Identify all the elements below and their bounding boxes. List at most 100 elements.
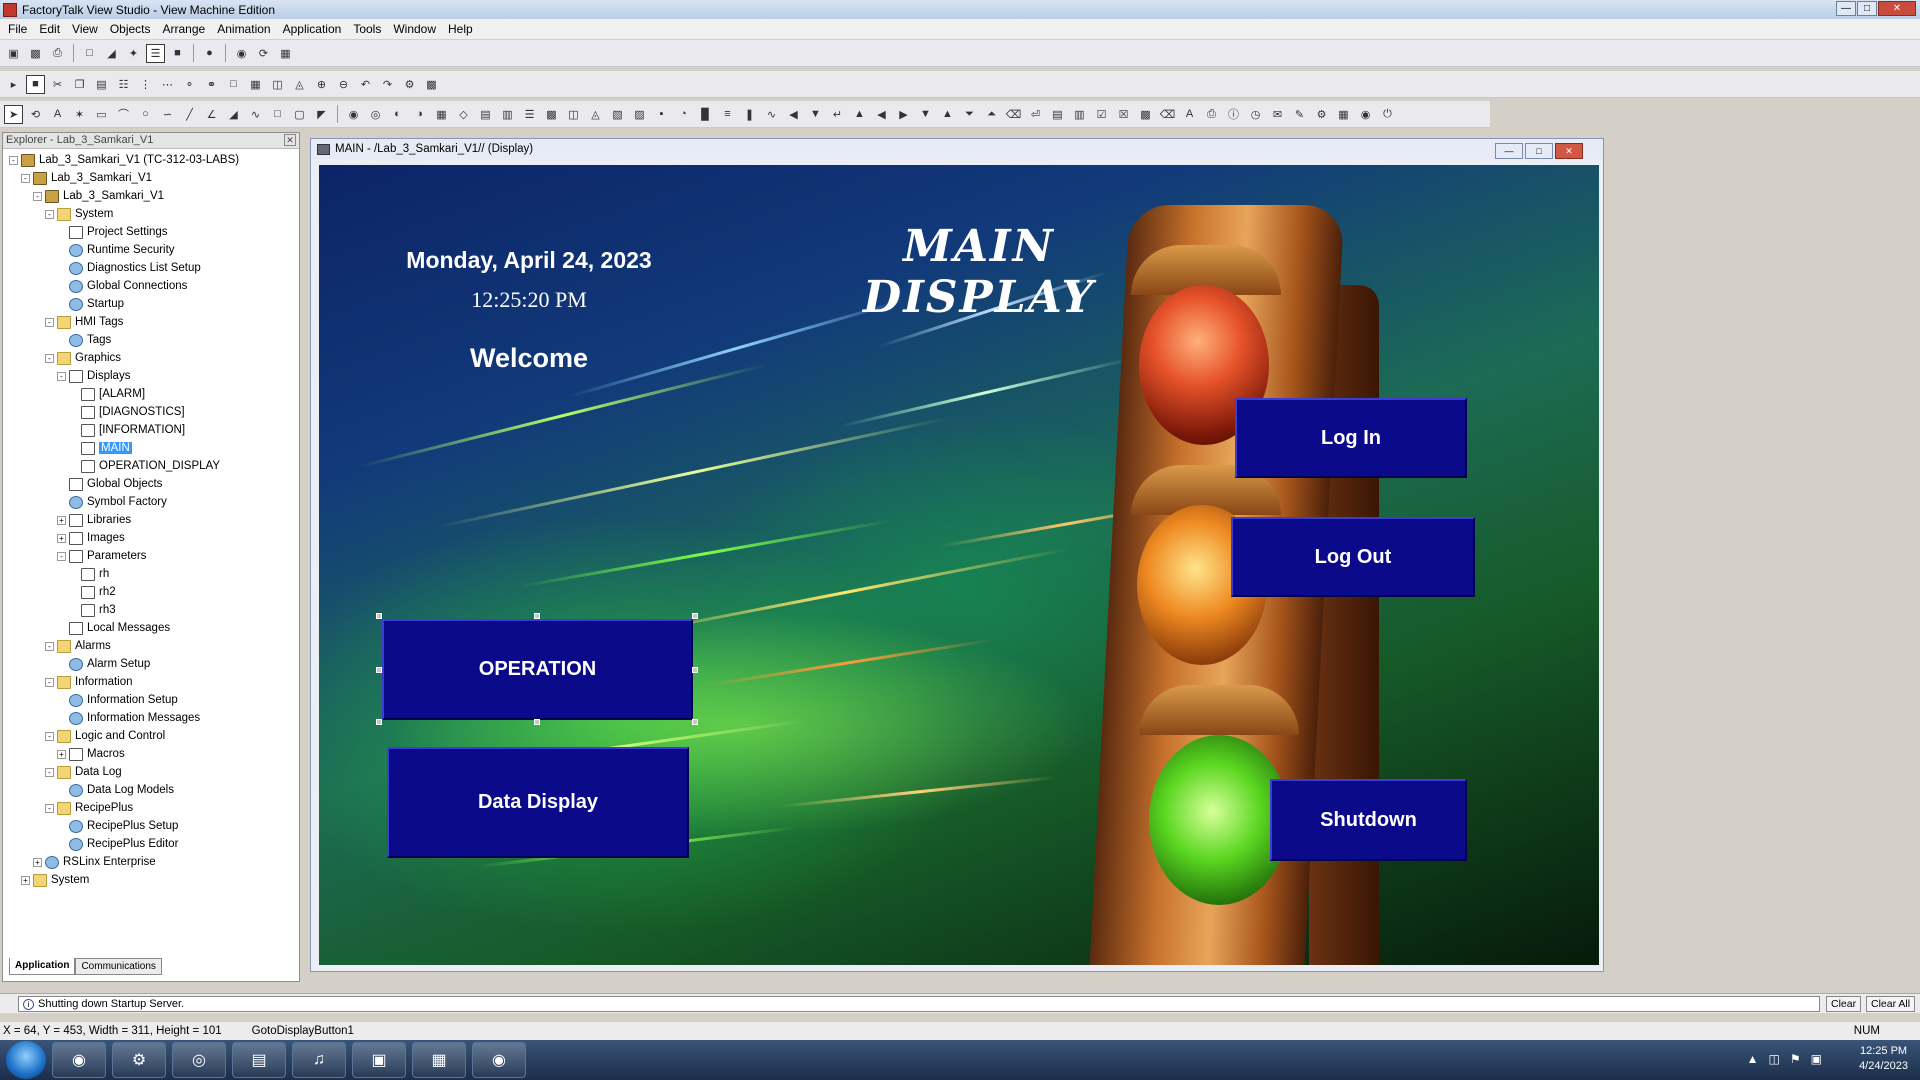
arc-tool-icon[interactable]: ⌒ xyxy=(114,105,133,124)
ack-alarm-icon[interactable]: ☑ xyxy=(1092,105,1111,124)
collapse-icon[interactable]: - xyxy=(21,173,30,183)
page-up-icon[interactable]: ⏶ xyxy=(982,105,1001,124)
tab-application[interactable]: Application xyxy=(9,958,76,975)
rslinx-icon[interactable]: ◎ xyxy=(172,1042,226,1078)
menu-arrange[interactable]: Arrange xyxy=(159,22,214,36)
multistate-button-icon[interactable]: ▦ xyxy=(432,105,451,124)
zoom-in-icon[interactable]: ⊕ xyxy=(312,75,331,94)
explorer-toggle-icon[interactable]: ☰ xyxy=(146,43,165,63)
tree-item[interactable]: Alarm Setup xyxy=(3,655,299,673)
wave-tool-icon[interactable]: ∿ xyxy=(246,105,265,124)
zoom-out-icon[interactable]: ⊖ xyxy=(334,75,353,94)
clear-button[interactable]: Clear xyxy=(1826,996,1862,1012)
display-maximize-button[interactable]: □ xyxy=(1525,143,1553,159)
menu-application[interactable]: Application xyxy=(279,22,350,36)
close-button[interactable]: ✕ xyxy=(1878,1,1916,16)
tree-item[interactable]: - Logic and Control xyxy=(3,727,299,745)
alarm-list-icon[interactable]: ▤ xyxy=(1048,105,1067,124)
tag-icon[interactable]: ⚬ xyxy=(180,75,199,94)
selection-handle[interactable] xyxy=(376,613,382,619)
tree-item[interactable]: Symbol Factory xyxy=(3,493,299,511)
window-icon[interactable]: ▦ xyxy=(276,44,295,63)
collapse-icon[interactable]: - xyxy=(45,317,54,327)
tree-item[interactable]: - RecipePlus xyxy=(3,799,299,817)
tree-item[interactable]: - Lab_3_Samkari_V1 xyxy=(3,169,299,187)
tree-item[interactable]: Diagnostics List Setup xyxy=(3,259,299,277)
redo-icon[interactable]: ↷ xyxy=(378,75,397,94)
properties-icon[interactable]: ⚙ xyxy=(400,75,419,94)
shutdown-tool-icon[interactable]: ⏻ xyxy=(1378,105,1397,124)
config-mode-icon[interactable]: ▨ xyxy=(630,105,649,124)
tree-item[interactable]: - Alarms xyxy=(3,637,299,655)
tree-item[interactable]: Global Connections xyxy=(3,277,299,295)
printer-icon[interactable]: ⎙ xyxy=(1202,105,1221,124)
selection-handle[interactable] xyxy=(376,719,382,725)
text-icon[interactable]: A xyxy=(48,105,67,124)
collapse-icon[interactable]: - xyxy=(57,551,66,561)
rectangle-tool-icon[interactable]: ▭ xyxy=(92,105,111,124)
explorer-close-icon[interactable]: ✕ xyxy=(284,134,296,146)
down-arrow-icon[interactable]: ▼ xyxy=(806,105,825,124)
ie-icon[interactable]: ◉ xyxy=(52,1042,106,1078)
expand-icon[interactable]: + xyxy=(33,857,42,867)
numeric-display-icon[interactable]: ▩ xyxy=(542,105,561,124)
square-tool-icon[interactable]: □ xyxy=(268,105,287,124)
alarm-banner-icon[interactable]: ▪ xyxy=(652,105,671,124)
data-display-button[interactable]: Data Display xyxy=(387,747,689,858)
copy-icon[interactable]: ❐ xyxy=(70,75,89,94)
rotate-icon[interactable]: ⟲ xyxy=(26,105,45,124)
clear-all-button[interactable]: Clear All xyxy=(1866,996,1916,1012)
left-arrow-icon[interactable]: ◀ xyxy=(784,105,803,124)
collapse-icon[interactable]: - xyxy=(45,209,54,219)
tree-item[interactable]: rh3 xyxy=(3,601,299,619)
factorytalk-icon[interactable]: ⚙ xyxy=(112,1042,166,1078)
backspace-icon[interactable]: ⌫ xyxy=(1004,105,1023,124)
wand-icon[interactable]: ✶ xyxy=(70,105,89,124)
tree-item[interactable]: [DIAGNOSTICS] xyxy=(3,403,299,421)
momentary-button-icon[interactable]: ◎ xyxy=(366,105,385,124)
test-display-icon[interactable]: ✦ xyxy=(124,44,143,63)
string-input-icon[interactable]: ▥ xyxy=(498,105,517,124)
expand-icon[interactable]: + xyxy=(21,875,30,885)
tree-item[interactable]: + Images xyxy=(3,529,299,547)
group-icon[interactable]: ☷ xyxy=(114,75,133,94)
page-down-icon[interactable]: ⏷ xyxy=(960,105,979,124)
freehand-tool-icon[interactable]: ∽ xyxy=(158,105,177,124)
selection-handle[interactable] xyxy=(692,719,698,725)
trend-icon[interactable]: ∿ xyxy=(762,105,781,124)
start-button[interactable] xyxy=(6,1041,46,1079)
operation-button[interactable]: OPERATION xyxy=(382,619,693,720)
tree-item[interactable]: - Information xyxy=(3,673,299,691)
wedge-tool-icon[interactable]: ◤ xyxy=(312,105,331,124)
collapse-icon[interactable]: - xyxy=(45,641,54,651)
tree-item[interactable]: Data Log Models xyxy=(3,781,299,799)
save-icon[interactable]: ▩ xyxy=(26,44,45,63)
tree-item[interactable]: [ALARM] xyxy=(3,385,299,403)
clock-icon[interactable]: ◷ xyxy=(1246,105,1265,124)
menu-view[interactable]: View xyxy=(68,22,106,36)
open-project-icon[interactable]: ▣ xyxy=(4,44,23,63)
new-icon[interactable]: □ xyxy=(80,44,99,63)
collapse-icon[interactable]: - xyxy=(57,371,66,381)
sort-icon[interactable]: A xyxy=(1180,105,1199,124)
diagnostics-icon[interactable]: ■ xyxy=(168,44,187,63)
tree-item[interactable]: rh xyxy=(3,565,299,583)
clock[interactable]: 12:25 PM 4/24/2023 xyxy=(1859,1044,1908,1074)
move-left-icon[interactable]: ◀ xyxy=(872,105,891,124)
ellipse-tool-icon[interactable]: ○ xyxy=(136,105,155,124)
interlock-button-icon[interactable]: ◇ xyxy=(454,105,473,124)
menu-animation[interactable]: Animation xyxy=(213,22,278,36)
undo-icon[interactable]: ↶ xyxy=(356,75,375,94)
tree-item[interactable]: - Parameters xyxy=(3,547,299,565)
tree-item[interactable]: Information Messages xyxy=(3,709,299,727)
tree-item[interactable]: - Lab_3_Samkari_V1 xyxy=(3,187,299,205)
selection-handle[interactable] xyxy=(376,667,382,673)
latched-button-icon[interactable]: ◑ xyxy=(410,105,429,124)
distribute-icon[interactable]: ⋯ xyxy=(158,75,177,94)
collapse-icon[interactable]: - xyxy=(45,353,54,363)
message-icon[interactable]: ✉ xyxy=(1268,105,1287,124)
tray-arrow-icon[interactable]: ▲ xyxy=(1747,1052,1759,1066)
globe-icon[interactable]: ● xyxy=(200,44,219,63)
tree-item[interactable]: + Macros xyxy=(3,745,299,763)
rounded-rect-tool-icon[interactable]: ▢ xyxy=(290,105,309,124)
